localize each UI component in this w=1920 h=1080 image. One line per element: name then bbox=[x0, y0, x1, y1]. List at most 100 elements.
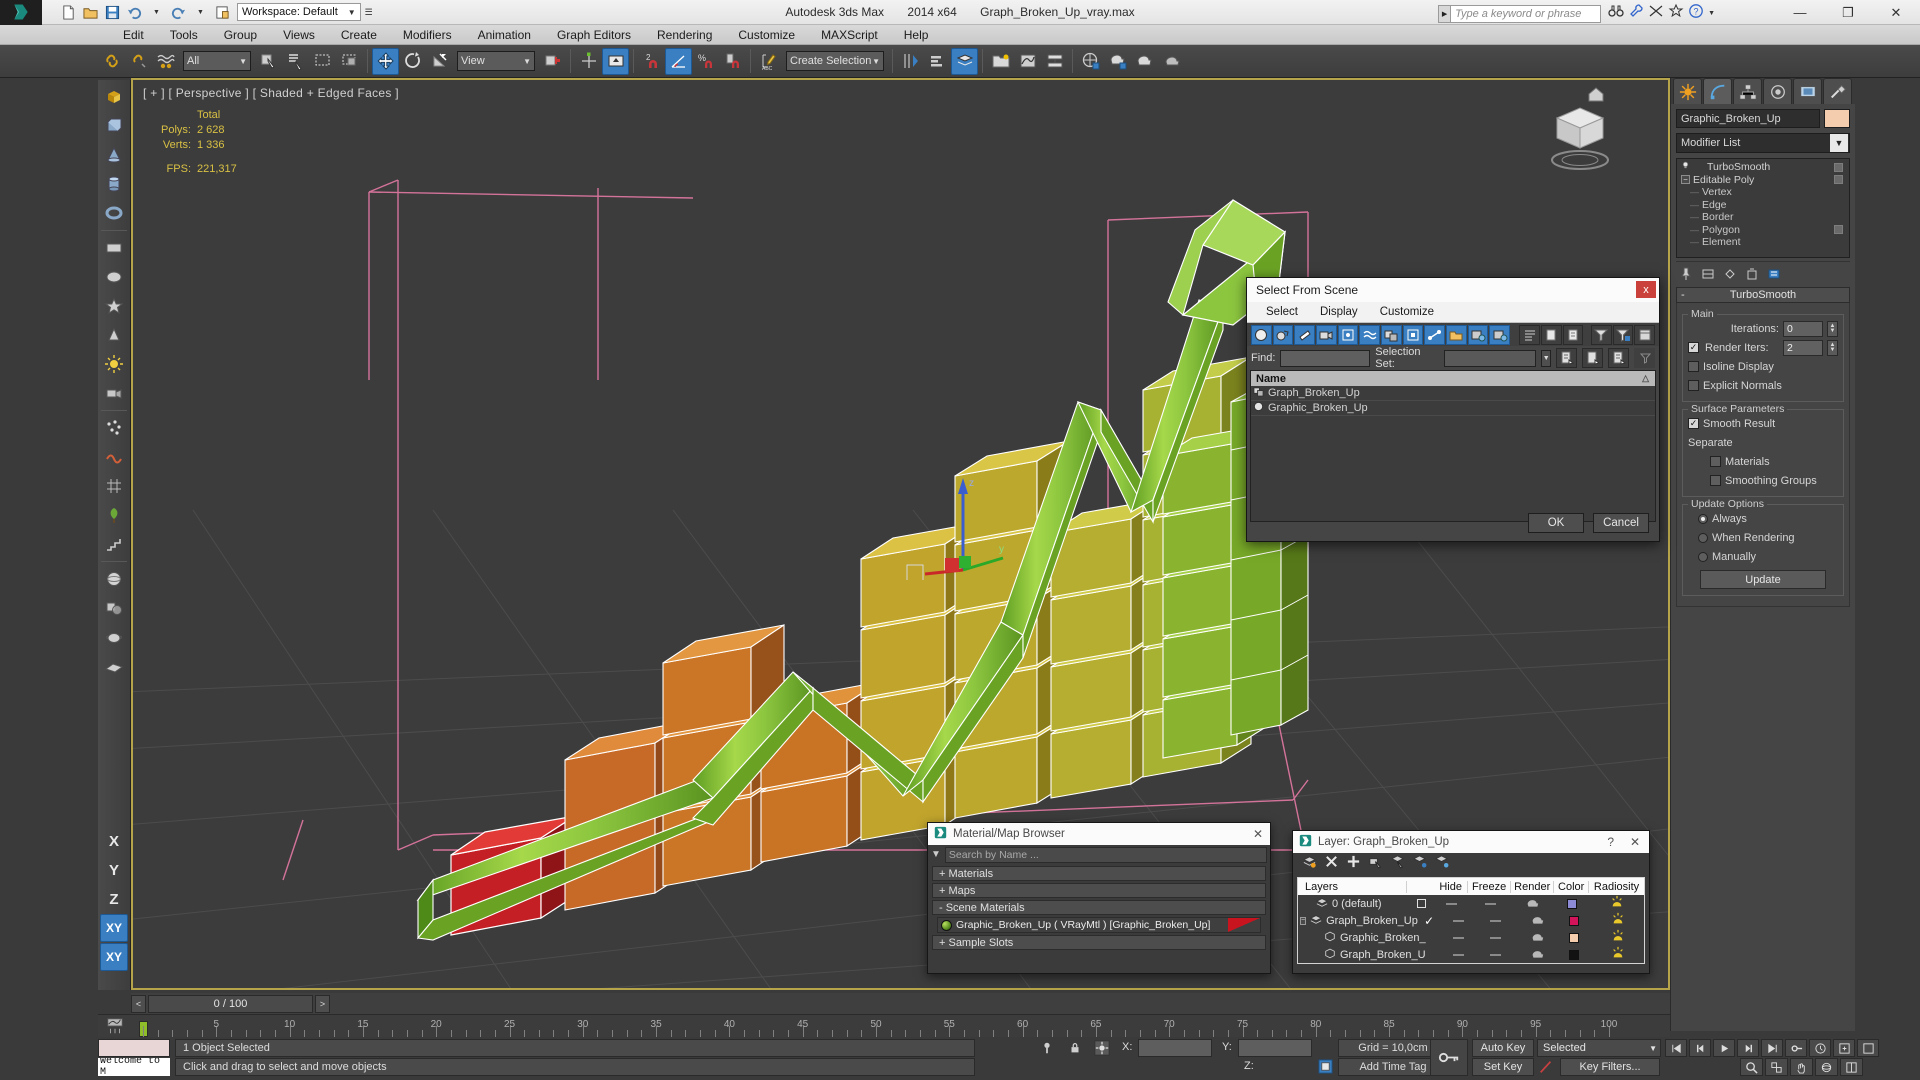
groups-filter-icon[interactable] bbox=[1381, 325, 1402, 345]
close-icon[interactable]: ✕ bbox=[1630, 835, 1640, 849]
polygon-toggle-box[interactable] bbox=[1834, 225, 1843, 234]
select-and-link-icon[interactable] bbox=[98, 48, 125, 75]
create-object-icon[interactable] bbox=[100, 83, 128, 111]
column-render[interactable]: Render bbox=[1511, 881, 1554, 893]
rectangular-selection-region-icon[interactable] bbox=[309, 48, 336, 75]
maximize-viewport-icon[interactable] bbox=[1857, 1039, 1879, 1057]
hierarchy-tab-icon[interactable] bbox=[1733, 78, 1762, 104]
render-toggle-icon[interactable] bbox=[1526, 896, 1539, 912]
zoom-all-icon[interactable] bbox=[1765, 1058, 1788, 1076]
browser-search-row[interactable]: ▼ Search by Name ... bbox=[928, 845, 1270, 864]
list-item[interactable]: Graphic_Broken_Up bbox=[1251, 401, 1655, 416]
star-icon[interactable] bbox=[1668, 3, 1684, 24]
close-icon[interactable]: ✕ bbox=[1253, 827, 1263, 841]
minimize-button[interactable]: — bbox=[1776, 0, 1824, 25]
column-hide[interactable]: Hide bbox=[1434, 881, 1468, 893]
help-icon[interactable]: ? bbox=[1607, 835, 1614, 849]
menu-customize[interactable]: Customize bbox=[1369, 302, 1445, 323]
orbit-view-icon[interactable] bbox=[1815, 1058, 1838, 1076]
play-animation-icon[interactable] bbox=[1713, 1039, 1735, 1057]
set-key-animate-icon[interactable] bbox=[1538, 1059, 1554, 1080]
help-dropdown-icon[interactable]: ▼ bbox=[1708, 10, 1715, 17]
hide-toggle[interactable] bbox=[1446, 903, 1457, 905]
table-row[interactable]: Graph_Broken_U bbox=[1298, 946, 1644, 963]
add-to-set-icon[interactable] bbox=[1608, 348, 1629, 368]
object-color-swatch[interactable] bbox=[1569, 950, 1579, 960]
filter-settings-icon[interactable] bbox=[1613, 325, 1634, 345]
playback-controls[interactable] bbox=[1665, 1039, 1879, 1057]
smoothing-groups-row[interactable]: Smoothing Groups bbox=[1688, 471, 1838, 490]
snap-to-xy-plane[interactable]: XY bbox=[100, 943, 128, 971]
lights-filter-icon[interactable] bbox=[1294, 325, 1315, 345]
absolute-relative-toggle-icon[interactable] bbox=[1094, 1040, 1110, 1061]
table-row[interactable]: Graphic_Broken_ bbox=[1298, 929, 1644, 946]
rollout-collapse-icon[interactable]: - bbox=[1681, 289, 1685, 301]
sphere-geometry-icon[interactable] bbox=[100, 565, 128, 593]
smooth-result-row[interactable]: ✓ Smooth Result bbox=[1688, 414, 1838, 433]
redo-dropdown-icon[interactable]: ▼ bbox=[190, 2, 211, 22]
freeze-toggle[interactable] bbox=[1485, 903, 1496, 905]
filter-funnel-icon[interactable] bbox=[1591, 325, 1612, 345]
create-new-set-icon[interactable] bbox=[1556, 348, 1577, 368]
modifier-list-dropdown[interactable]: Modifier List ▼ bbox=[1676, 133, 1850, 153]
cylinder-primitive-icon[interactable] bbox=[100, 170, 128, 198]
search-area[interactable]: ▶ Type a keyword or phrase ? ▼ bbox=[1438, 3, 1715, 24]
go-to-end-icon[interactable] bbox=[1761, 1039, 1783, 1057]
column-layers[interactable]: Layers bbox=[1298, 881, 1407, 893]
sort-filter-icon[interactable] bbox=[1634, 348, 1655, 368]
ok-button[interactable]: OK bbox=[1528, 513, 1584, 533]
select-and-scale-icon[interactable] bbox=[426, 48, 453, 75]
menu-item-graph-editors[interactable]: Graph Editors bbox=[544, 25, 644, 45]
modifier-stack[interactable]: TurboSmooth − Editable Poly Vertex Edge … bbox=[1676, 158, 1850, 258]
zoom-extents-icon[interactable] bbox=[1833, 1039, 1855, 1057]
y-coordinate-field[interactable] bbox=[1238, 1039, 1312, 1057]
render-toggle-icon[interactable] bbox=[1531, 947, 1544, 963]
bind-to-spacewarp-icon[interactable] bbox=[152, 48, 179, 75]
dialog-buttons[interactable]: OK Cancel bbox=[1528, 513, 1649, 533]
modifier-stack-buttons[interactable] bbox=[1676, 261, 1850, 283]
pin-stack-icon[interactable] bbox=[1676, 265, 1696, 283]
target-camera-icon[interactable] bbox=[100, 379, 128, 407]
motion-tab-icon[interactable] bbox=[1763, 78, 1792, 104]
undo-icon[interactable] bbox=[124, 2, 145, 22]
render-toggle-icon[interactable] bbox=[1531, 930, 1544, 946]
go-to-start-icon[interactable] bbox=[1665, 1039, 1687, 1057]
viewport-navigation-controls[interactable] bbox=[1740, 1058, 1863, 1076]
chevron-down-icon[interactable]: ▼ bbox=[523, 57, 531, 66]
workspace-dropdown-icon[interactable]: ▼ bbox=[348, 8, 356, 17]
cone-shape-icon[interactable] bbox=[100, 321, 128, 349]
main-toolbar[interactable]: All ▼ View ▼ 2 % ABC Create Selection Se… bbox=[0, 45, 1920, 78]
selection-filter-dropdown[interactable]: All ▼ bbox=[183, 51, 251, 71]
chevron-down-icon[interactable]: ▼ bbox=[1649, 1044, 1657, 1053]
stairs-icon[interactable] bbox=[100, 530, 128, 558]
command-panel[interactable]: Graphic_Broken_Up Modifier List ▼ TurboS… bbox=[1670, 78, 1855, 1031]
menu-item-customize[interactable]: Customize bbox=[725, 25, 808, 45]
hide-toggle[interactable] bbox=[1453, 920, 1464, 922]
create-tab-icon[interactable] bbox=[1673, 78, 1702, 104]
align-icon[interactable] bbox=[924, 48, 951, 75]
reference-coordinate-dropdown[interactable]: View ▼ bbox=[457, 51, 535, 71]
chevron-down-icon[interactable]: ▼ bbox=[1830, 134, 1848, 152]
list-types-icon[interactable] bbox=[1563, 325, 1584, 345]
torus-primitive-icon[interactable] bbox=[100, 199, 128, 227]
box-primitive-icon[interactable] bbox=[100, 112, 128, 140]
explicit-normals-row[interactable]: Explicit Normals bbox=[1688, 376, 1838, 395]
select-object-icon[interactable] bbox=[255, 48, 282, 75]
key-filters-button[interactable]: Key Filters... bbox=[1560, 1058, 1660, 1076]
display-options-icon[interactable] bbox=[1634, 325, 1655, 345]
menu-select[interactable]: Select bbox=[1255, 302, 1309, 323]
space-warp-icon[interactable] bbox=[100, 443, 128, 471]
expand-collapse-icon[interactable]: − bbox=[1300, 917, 1306, 925]
view-cube[interactable] bbox=[1533, 90, 1623, 180]
sub-object-vertex[interactable]: Vertex bbox=[1677, 186, 1849, 199]
chevron-down-icon[interactable]: ▼ bbox=[1541, 350, 1552, 367]
restrict-to-xy-plane[interactable]: XY bbox=[100, 914, 128, 942]
smoothing-groups-checkbox[interactable] bbox=[1710, 475, 1721, 486]
hidden-objects-icon[interactable] bbox=[1468, 325, 1489, 345]
render-setup-icon[interactable] bbox=[1104, 48, 1131, 75]
expand-collapse-icon[interactable]: − bbox=[1681, 175, 1690, 184]
menu-item-create[interactable]: Create bbox=[328, 25, 390, 45]
menu-item-modifiers[interactable]: Modifiers bbox=[390, 25, 465, 45]
menu-bar[interactable]: Edit Tools Group Views Create Modifiers … bbox=[0, 25, 1920, 45]
select-and-manipulate-icon[interactable] bbox=[602, 48, 629, 75]
